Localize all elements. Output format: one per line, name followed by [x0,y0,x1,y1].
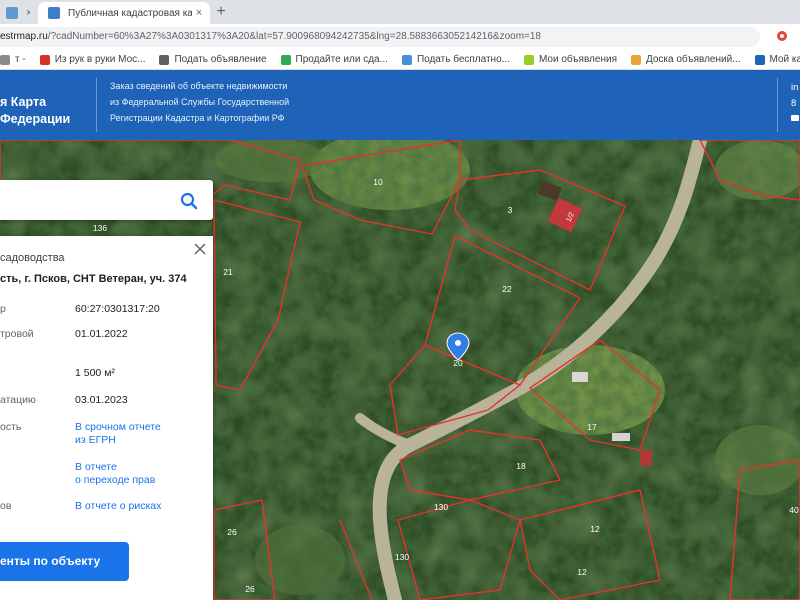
building-roof [612,433,630,441]
tab-close-icon[interactable]: × [26,7,30,19]
bookmark-item[interactable]: Доска объявлений... [630,54,741,65]
new-tab-button[interactable]: + [212,3,230,21]
extension-icon[interactable] [776,30,788,42]
header-divider [96,78,97,132]
info-row-label: р [0,303,6,315]
leaf-icon [280,54,291,65]
header-divider [777,78,778,132]
tab-title: Публичная кадастровая карта [68,7,192,19]
bookmark-item[interactable]: Мой кабинет - Рос... [754,54,800,65]
bookmark-label: Подать объявление [174,54,267,65]
url-host: estrmap.ru [0,31,48,42]
board-icon [630,54,641,65]
header-info-text: Заказ сведений об объекте недвижимости и… [110,78,289,126]
bookmark-item[interactable]: Подать бесплатно... [401,54,510,65]
search-icon[interactable] [178,190,200,212]
transfer-rights-report-link[interactable]: В отчете о переходе прав [75,461,155,487]
header-contact-line1: in [791,82,799,93]
urgent-report-link[interactable]: В срочном отчете из ЕГРН [75,421,161,447]
bookmark-label: Доска объявлений... [645,54,741,65]
risk-report-link[interactable]: В отчете о рисках [75,500,161,513]
close-icon[interactable] [193,242,207,256]
bookmark-label: Мои объявления [538,54,617,65]
building-roof [572,372,588,382]
info-row-value: 03.01.2023 [75,394,128,406]
link-line: о переходе прав [75,474,156,486]
parcel-label[interactable]: 130 [434,502,448,512]
parcel-label[interactable]: 3 [508,205,513,215]
avito-icon [523,54,534,65]
parcel-label[interactable]: 22 [502,284,512,294]
parcel-label[interactable]: 26 [227,527,237,537]
browser-tab-active[interactable]: Публичная кадастровая карта × [38,2,210,24]
link-line: В срочном отчете [75,421,161,433]
bookmark-item[interactable]: Продайте или сда... [280,54,388,65]
site-title-line2: Федерации [0,112,71,126]
parcel-label[interactable]: 40 [789,505,799,515]
link-line: В отчете [75,461,117,473]
browser-tab-inactive[interactable]: × [0,2,30,24]
info-row-label: ов [0,500,12,512]
site-title-line1: я Карта [0,95,47,109]
object-type: садоводства [0,252,65,264]
bookmark-item[interactable]: Из рук в руки Мос... [39,54,146,65]
header-contact-line2: 8 [791,98,797,109]
header-info-line: Регистрации Кадастра и Картографии РФ [110,113,285,123]
parcel-label[interactable]: 26 [245,584,255,594]
parcel-label[interactable]: 12 [577,567,587,577]
object-documents-button[interactable]: енты по объекту [0,542,129,581]
building-icon [754,54,765,65]
info-row-value: 60:27:0301317:20 [75,303,160,315]
bookmark-item[interactable]: Мои объявления [523,54,617,65]
info-row-value: 01.01.2022 [75,328,128,340]
irr-icon [39,54,50,65]
info-row-label: ость [0,421,22,433]
parcel-label[interactable]: 12 [590,524,600,534]
bookmark-label: Мой кабинет - Рос... [769,54,800,65]
bookmark-label: т - [15,54,26,65]
object-info-panel: садоводства сть, г. Псков, СНТ Ветеран, … [0,236,213,600]
gear-icon [401,54,412,65]
site-header: я Карта Федерации Заказ сведений об объе… [0,70,800,140]
parcel-label[interactable]: 17 [587,422,597,432]
info-row-label: тровой [0,328,34,340]
tab-favicon-icon [6,7,18,19]
info-row-value: 1 500 м² [75,367,115,379]
parcel-label[interactable]: 130 [395,552,409,562]
browser-toolbar: estrmap.ru/?cadNumber=60%3A27%3A0301317%… [0,24,800,50]
search-panel [0,180,213,220]
parcel-label[interactable]: 21 [223,267,233,277]
object-address: сть, г. Псков, СНТ Ветеран, уч. 374 [0,273,187,285]
tab-close-icon[interactable]: × [192,7,206,19]
address-bar[interactable]: estrmap.ru/?cadNumber=60%3A27%3A0301317%… [0,27,760,47]
url-path: /?cadNumber=60%3A27%3A0301317%3A20&lat=5… [47,31,541,42]
info-row-label: атацию [0,394,36,406]
bookmarks-bar: т - Из рук в руки Мос... Подать объявление… [0,50,800,70]
bookmark-label: Из рук в руки Мос... [54,54,146,65]
bookmark-label: Продайте или сда... [295,54,388,65]
mail-icon [791,115,799,121]
parcel-label[interactable]: 18 [516,461,526,471]
parcel-label[interactable]: 10 [373,177,383,187]
doc-icon [159,54,170,65]
header-info-line: из Федеральной Службы Государственной [110,97,290,107]
header-contact[interactable]: in 8 [791,80,799,121]
building-roof [640,450,652,466]
folder-icon [0,54,10,65]
bookmark-item[interactable]: т - [0,54,26,65]
link-line: из ЕГРН [75,434,116,446]
bookmark-label: Подать бесплатно... [416,54,510,65]
site-title[interactable]: я Карта Федерации [0,94,70,128]
tab-favicon-icon [48,7,60,19]
parcel-label[interactable]: 136 [93,223,107,233]
search-input[interactable] [0,180,170,220]
browser-tab-strip: × Публичная кадастровая карта × + [0,0,800,24]
bookmark-item[interactable]: Подать объявление [159,54,267,65]
header-info-line: Заказ сведений об объекте недвижимости [110,81,288,91]
